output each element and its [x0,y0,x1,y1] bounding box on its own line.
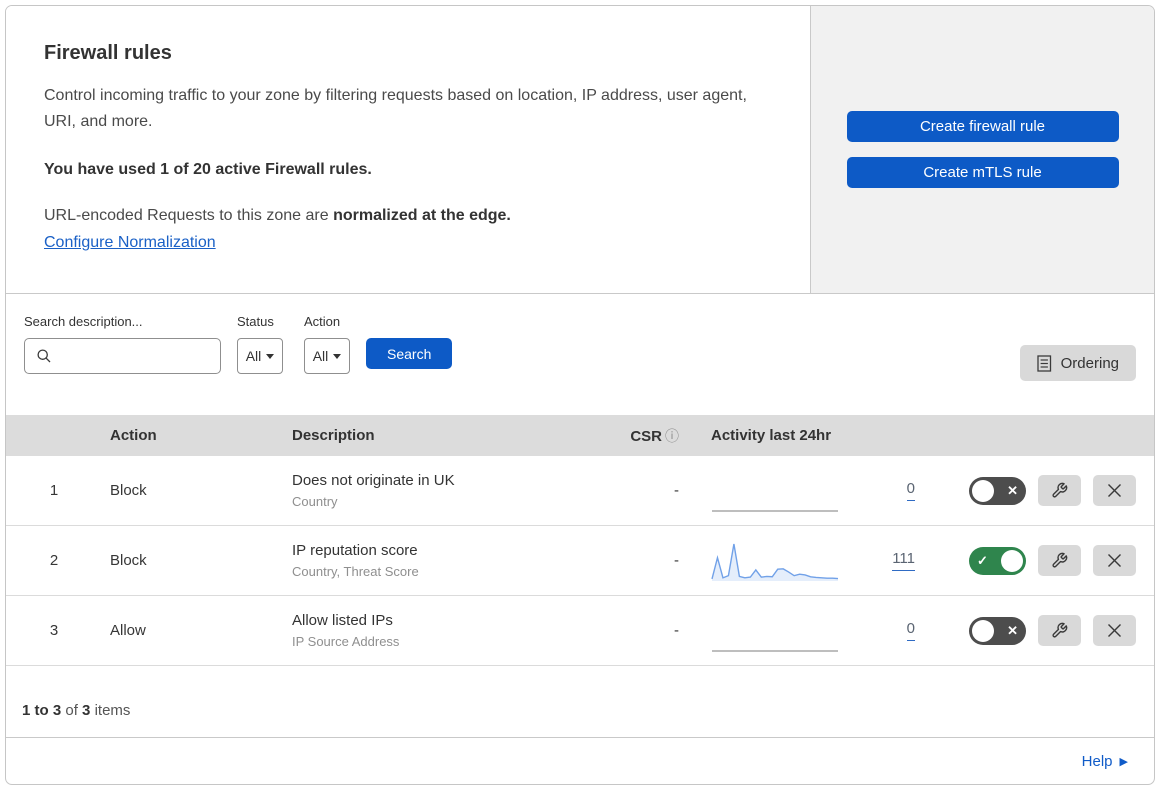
create-firewall-rule-button[interactable]: Create firewall rule [846,111,1119,142]
rule-description-cell: Does not originate in UK Country [292,472,617,509]
rule-controls: ✕ [941,475,1154,506]
rule-csr: - [674,552,679,569]
edit-rule-button[interactable] [1038,615,1081,646]
search-icon [36,348,52,364]
pagination-summary: 1 to 3 of 3 items [6,666,1154,738]
close-icon [1107,623,1122,638]
table-row: 2 Block IP reputation score Country, Thr… [6,526,1154,596]
rule-fields: Country, Threat Score [292,564,419,579]
search-group: Search description... [24,314,233,374]
rule-description: IP reputation score [292,542,418,559]
summary-total: 3 [82,702,91,719]
chevron-down-icon [333,353,342,359]
wrench-icon [1051,552,1068,569]
delete-rule-button[interactable] [1093,615,1136,646]
create-mtls-rule-button[interactable]: Create mTLS rule [846,157,1119,188]
info-icon[interactable]: ⓘ [665,428,679,444]
rule-fields: IP Source Address [292,634,400,649]
ordering-button-label: Ordering [1060,354,1119,372]
page-title: Firewall rules [44,42,172,64]
activity-count-link[interactable]: 111 [892,550,915,571]
arrow-right-icon: ▶ [1119,755,1128,768]
header-csr-label: CSR [630,427,662,445]
delete-rule-button[interactable] [1093,475,1136,506]
search-input[interactable] [52,348,233,364]
usage-statement: You have used 1 of 20 active Firewall ru… [44,161,372,178]
cta-panel: Create firewall rule Create mTLS rule [810,6,1154,293]
rule-action: Allow [110,622,146,639]
rule-controls: ✕ [941,615,1154,646]
wrench-icon [1051,482,1068,499]
intro-panel: Firewall rules Control incoming traffic … [6,6,810,293]
rule-enabled-toggle[interactable]: ✓ [969,546,1026,575]
rule-activity-cell: 111 [691,539,941,583]
ordering-list-icon [1036,354,1052,372]
table-header: Action Description CSR ⓘ Activity last 24… [6,415,1154,456]
rule-controls: ✓ [941,545,1154,576]
rule-description: Allow listed IPs [292,612,393,629]
rule-fields: Country [292,494,338,509]
delete-rule-button[interactable] [1093,545,1136,576]
chevron-down-icon [266,353,275,359]
edit-rule-button[interactable] [1038,475,1081,506]
rule-csr: - [674,482,679,499]
close-icon [1107,483,1122,498]
status-filter-group: Status All [237,314,283,374]
firewall-rules-card: Firewall rules Control incoming traffic … [5,5,1155,785]
search-input-wrapper [24,338,233,374]
status-select-value: All [245,348,262,364]
activity-count-link[interactable]: 0 [906,480,915,501]
header-activity: Activity last 24hr [711,427,832,444]
rule-activity-cell: 0 [691,469,941,513]
rule-description: Does not originate in UK [292,472,455,489]
edit-rule-button[interactable] [1038,545,1081,576]
summary-items: items [94,702,131,719]
status-label: Status [237,314,274,329]
summary-of: of [65,702,78,719]
rule-description-cell: Allow listed IPs IP Source Address [292,612,617,649]
rule-number: 2 [49,552,59,569]
action-filter-group: Action All [304,314,350,374]
help-link-label: Help [1081,752,1113,770]
normalization-statement: URL-encoded Requests to this zone are no… [44,207,772,225]
rule-enabled-toggle[interactable]: ✕ [969,616,1026,645]
rule-number: 1 [49,482,59,499]
rule-activity-cell: 0 [691,609,941,653]
help-bar: Help ▶ [6,738,1154,784]
header-csr: CSR ⓘ [617,426,691,446]
summary-range-start: 1 to [22,702,49,719]
rule-description-cell: IP reputation score Country, Threat Scor… [292,542,617,579]
rule-csr: - [674,622,679,639]
rule-number: 3 [49,622,59,639]
filter-section: Search description... Status All Action [6,294,1154,415]
rule-action: Block [110,552,147,569]
table-row: 1 Block Does not originate in UK Country… [6,456,1154,526]
status-select[interactable]: All [237,338,283,374]
header-description: Description [292,427,375,444]
wrench-icon [1051,622,1068,639]
close-icon [1107,553,1122,568]
action-select[interactable]: All [304,338,350,374]
activity-sparkline [711,539,841,583]
ordering-button[interactable]: Ordering [1019,345,1136,381]
activity-count-link[interactable]: 0 [906,620,915,641]
configure-normalization-link[interactable]: Configure Normalization [44,234,216,251]
top-section: Firewall rules Control incoming traffic … [6,6,1154,294]
table-row: 3 Allow Allow listed IPs IP Source Addre… [6,596,1154,666]
search-label: Search description... [24,314,143,329]
header-action: Action [110,427,157,444]
activity-sparkline [711,469,841,513]
normalization-prefix: URL-encoded Requests to this zone are [44,207,334,224]
action-select-value: All [312,348,329,364]
action-label: Action [304,314,341,329]
search-button[interactable]: Search [366,338,453,369]
rule-action: Block [110,482,147,499]
activity-sparkline [711,609,841,653]
rule-enabled-toggle[interactable]: ✕ [969,476,1026,505]
normalization-bold: normalized at the edge. [333,207,511,224]
page-description: Control incoming traffic to your zone by… [44,87,747,130]
summary-range-end: 3 [52,702,62,719]
help-link[interactable]: Help ▶ [1082,753,1128,770]
